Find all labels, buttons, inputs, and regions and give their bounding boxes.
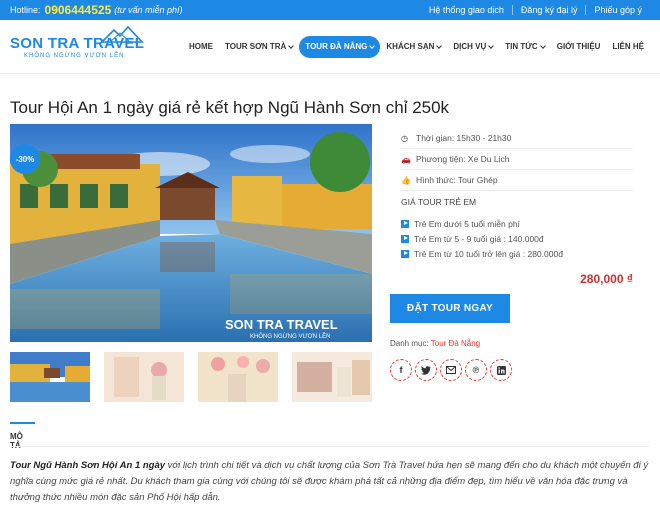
- hotline-phone-link[interactable]: 0906444525: [45, 3, 112, 17]
- chevron-down-icon: [539, 42, 546, 49]
- thumbnail-3[interactable]: [198, 352, 278, 402]
- watermark-brand: SON TRA TRAVEL: [225, 317, 338, 332]
- facebook-icon: f: [399, 365, 403, 375]
- chevron-down-icon: [369, 42, 376, 49]
- hotline-label: Hotline:: [10, 5, 41, 15]
- category-link[interactable]: Tour Đà Nẵng: [431, 339, 480, 348]
- car-icon: 🚗: [401, 154, 411, 164]
- linkedin-share-button[interactable]: [490, 359, 512, 381]
- twitter-icon: [421, 365, 431, 375]
- top-bar: Hotline: 0906444525 (tư vấn miễn phí) Hệ…: [0, 0, 660, 20]
- thumbnail-image: [10, 352, 90, 402]
- transaction-system-link[interactable]: Hệ thống giao dịch: [421, 5, 512, 15]
- list-item: Trẻ Em từ 10 tuổi trở lên giá : 280.000đ: [401, 246, 633, 261]
- clock-icon: ◷: [401, 133, 408, 143]
- main-product-image[interactable]: SON TRA TRAVEL KHÔNG NGỪNG VƯƠN LÊN: [10, 124, 372, 342]
- site-header: SON TRA TRAVEL KHÔNG NGỪNG VƯƠN LÊN HOME…: [0, 20, 660, 74]
- twitter-share-button[interactable]: [415, 359, 437, 381]
- nav-about[interactable]: GIỚI THIỆU: [551, 36, 607, 58]
- child-price-heading: GIÁ TOUR TRẺ EM: [401, 196, 477, 207]
- chevron-down-icon: [436, 42, 443, 49]
- tour-time-row: ◷ Thời gian: 15h30 - 21h30: [401, 128, 633, 149]
- watermark-slogan: KHÔNG NGỪNG VƯƠN LÊN: [250, 332, 330, 340]
- product-description: Tour Ngũ Hành Sơn Hội An 1 ngày với lịch…: [10, 458, 650, 506]
- tour-transport-row: 🚗 Phương tiện: Xe Du Lịch: [401, 149, 633, 170]
- nav-tour-son-tra[interactable]: TOUR SƠN TRÀ: [219, 36, 299, 58]
- thumbnail-gallery: [10, 352, 372, 402]
- play-square-icon: [401, 234, 409, 243]
- thumbnail-2[interactable]: [104, 352, 184, 402]
- mountain-logo-icon: [100, 25, 144, 43]
- share-buttons: f ℗: [390, 359, 512, 381]
- facebook-share-button[interactable]: f: [390, 359, 412, 381]
- child-price-list: Trẻ Em dưới 5 tuổi miễn phí Trẻ Em từ 5 …: [401, 216, 633, 261]
- main-nav: HOME TOUR SƠN TRÀ TOUR ĐÀ NẴNG KHÁCH SẠN…: [183, 35, 650, 58]
- discount-badge: -30%: [10, 144, 40, 174]
- thumbnail-4[interactable]: [292, 352, 372, 402]
- linkedin-icon: [496, 365, 506, 375]
- agent-register-link[interactable]: Đăng ký đại lý: [511, 5, 586, 15]
- tour-info: ◷ Thời gian: 15h30 - 21h30 🚗 Phương tiện…: [401, 128, 633, 261]
- thumbs-up-icon: 👍: [401, 175, 411, 185]
- tour-form: Hình thức: Tour Ghép: [416, 175, 498, 185]
- pinterest-share-button[interactable]: ℗: [465, 359, 487, 381]
- nav-hotels[interactable]: KHÁCH SẠN: [380, 36, 447, 58]
- list-item: Trẻ Em từ 5 - 9 tuổi giá : 140.000đ: [401, 231, 633, 246]
- email-share-button[interactable]: [440, 359, 462, 381]
- category-label: Danh mục:: [390, 339, 429, 348]
- hoi-an-photo: SON TRA TRAVEL KHÔNG NGỪNG VƯƠN LÊN: [10, 124, 372, 342]
- nav-home[interactable]: HOME: [183, 36, 219, 58]
- top-links: Hệ thống giao dịch Đăng ký đại lý Phiếu …: [421, 5, 650, 15]
- category: Danh mục: Tour Đà Nẵng: [390, 339, 480, 348]
- thumbnail-image: [104, 352, 184, 402]
- description-lead: Tour Ngũ Hành Sơn Hội An 1 ngày: [10, 460, 166, 471]
- pinterest-icon: ℗: [472, 365, 480, 375]
- nav-services[interactable]: DỊCH VỤ: [447, 36, 499, 58]
- chevron-down-icon: [488, 42, 495, 49]
- list-item: Trẻ Em dưới 5 tuổi miễn phí: [401, 216, 633, 231]
- product-title: Tour Hội An 1 ngày giá rẻ kết hợp Ngũ Hà…: [10, 98, 450, 117]
- tour-time: Thời gian: 15h30 - 21h30: [416, 133, 512, 143]
- chevron-down-icon: [288, 42, 295, 49]
- tour-form-row: 👍 Hình thức: Tour Ghép: [401, 170, 633, 191]
- play-square-icon: [401, 219, 409, 228]
- thumbnail-image: [292, 352, 372, 402]
- nav-contact[interactable]: LIÊN HỆ: [606, 36, 650, 58]
- free-consult-text: (tư vấn miễn phí): [114, 5, 183, 15]
- tour-transport: Phương tiện: Xe Du Lịch: [416, 154, 510, 164]
- feedback-link[interactable]: Phiếu góp ý: [585, 5, 650, 15]
- tour-price: 280,000 ₫: [580, 272, 633, 286]
- site-logo[interactable]: SON TRA TRAVEL KHÔNG NGỪNG VƯƠN LÊN: [10, 25, 145, 59]
- thumbnail-1[interactable]: [10, 352, 90, 402]
- nav-news[interactable]: TIN TỨC: [499, 36, 550, 58]
- tab-divider: [10, 446, 650, 447]
- thumbnail-image: [198, 352, 278, 402]
- nav-tour-da-nang[interactable]: TOUR ĐÀ NẴNG: [299, 35, 381, 58]
- logo-slogan: KHÔNG NGỪNG VƯƠN LÊN: [24, 52, 125, 59]
- play-square-icon: [401, 249, 409, 258]
- book-tour-button[interactable]: ĐẶT TOUR NGAY: [390, 294, 510, 323]
- envelope-icon: [446, 366, 456, 374]
